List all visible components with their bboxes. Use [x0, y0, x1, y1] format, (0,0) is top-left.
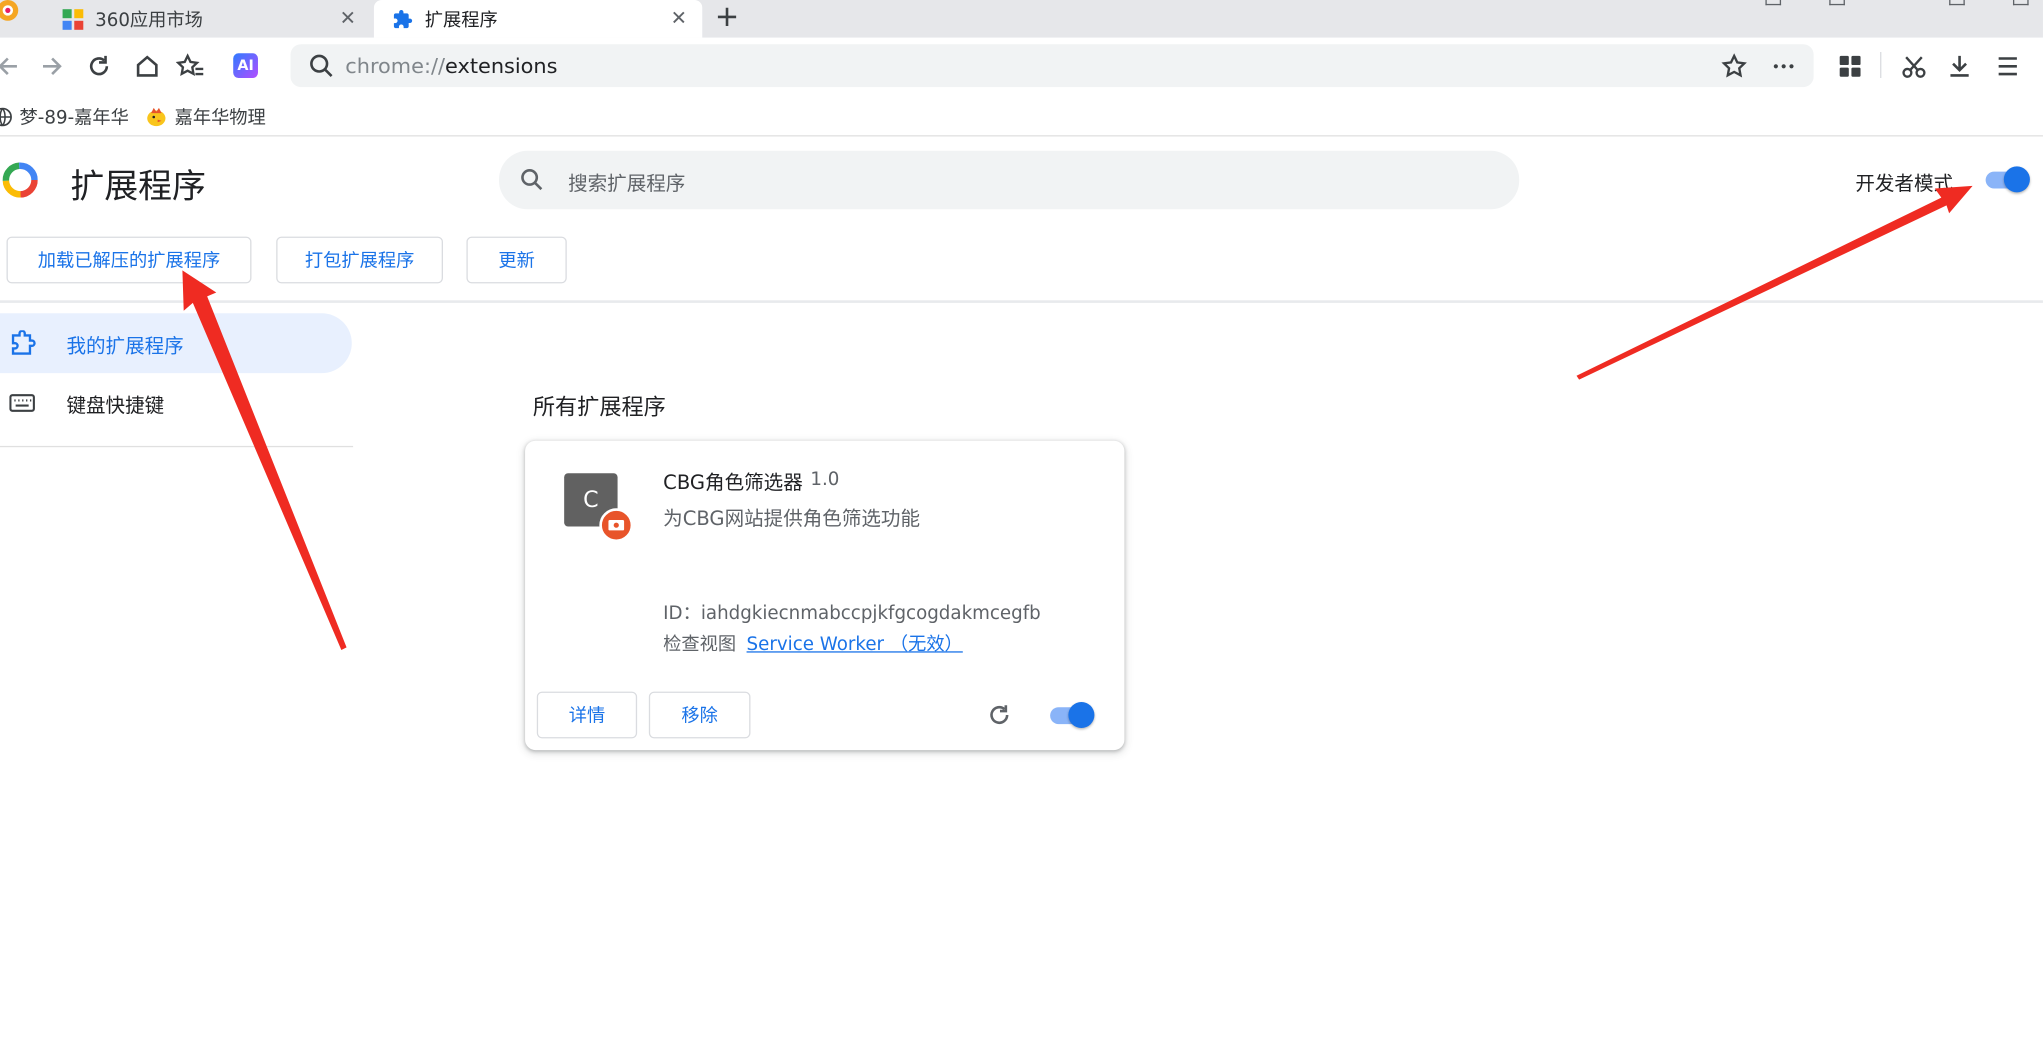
annotation-arrow-right — [1576, 185, 1973, 380]
annotation-arrow-left — [182, 270, 347, 650]
annotation-arrows — [182, 185, 1973, 650]
